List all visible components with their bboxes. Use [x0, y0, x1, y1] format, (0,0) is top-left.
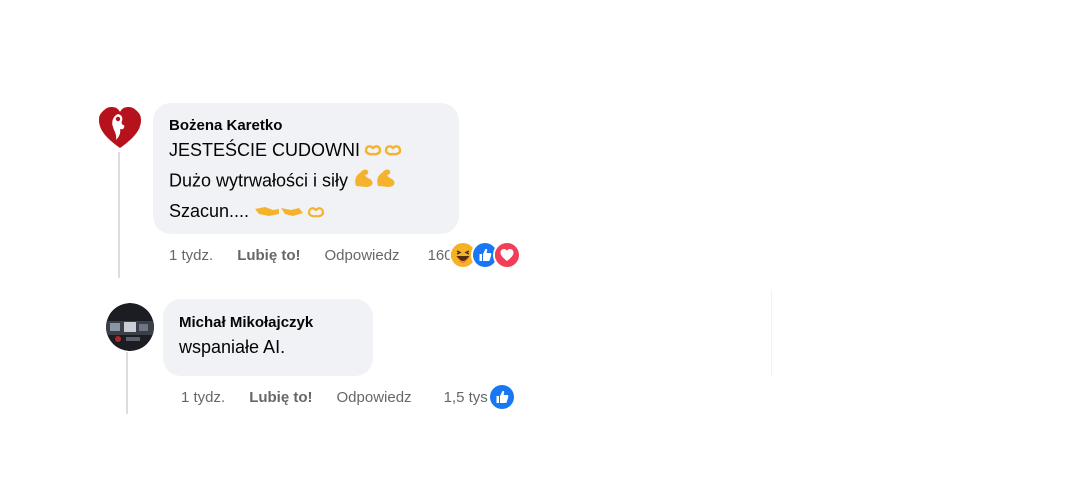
avatar[interactable]	[96, 104, 144, 152]
love-icon	[492, 241, 521, 269]
comment-text-line: JESTEŚCIE CUDOWNI	[169, 136, 443, 166]
comment-text: Szacun....	[169, 200, 250, 221]
reply-button[interactable]: Odpowiedz	[337, 389, 412, 406]
reaction-count: 1,5 tys.	[443, 388, 492, 406]
avatar[interactable]	[106, 303, 154, 351]
comment-timestamp[interactable]: 1 tydz.	[169, 247, 213, 264]
handshake-emoji	[253, 198, 329, 227]
comment-text-line: Dużo wytrwałości i siły	[169, 166, 443, 197]
comment-author[interactable]: Bożena Karetko	[169, 116, 443, 136]
comment-actions: 1 tydz. Lubię to! Odpowiedz 160	[169, 241, 521, 269]
comment-text: Dużo wytrwałości i siły	[169, 170, 349, 190]
heart-hands-emoji	[364, 137, 404, 166]
thread-line	[118, 152, 120, 278]
reply-button[interactable]: Odpowiedz	[325, 247, 400, 264]
reaction-summary[interactable]: 1,5 tys.	[444, 383, 516, 411]
comment-bubble: Bożena Karetko JESTEŚCIE CUDOWNI Dużo wy…	[153, 103, 459, 234]
like-icon	[487, 383, 516, 411]
comment-timestamp[interactable]: 1 tydz.	[181, 389, 225, 406]
thread-line	[126, 352, 128, 414]
comment-text-line: Szacun....	[169, 197, 443, 227]
comment-text: wspaniałe AI.	[179, 337, 286, 357]
like-button[interactable]: Lubię to!	[249, 389, 312, 406]
divider	[771, 290, 772, 376]
like-button[interactable]: Lubię to!	[237, 247, 300, 264]
flexed-biceps-emoji	[352, 166, 400, 197]
comment-author[interactable]: Michał Mikołajczyk	[179, 313, 357, 333]
reaction-summary[interactable]: 160	[428, 241, 521, 269]
comment-bubble: Michał Mikołajczyk wspaniałe AI.	[163, 299, 373, 376]
comment-text: JESTEŚCIE CUDOWNI	[169, 140, 361, 160]
comment-actions: 1 tydz. Lubię to! Odpowiedz 1,5 tys.	[181, 383, 516, 411]
